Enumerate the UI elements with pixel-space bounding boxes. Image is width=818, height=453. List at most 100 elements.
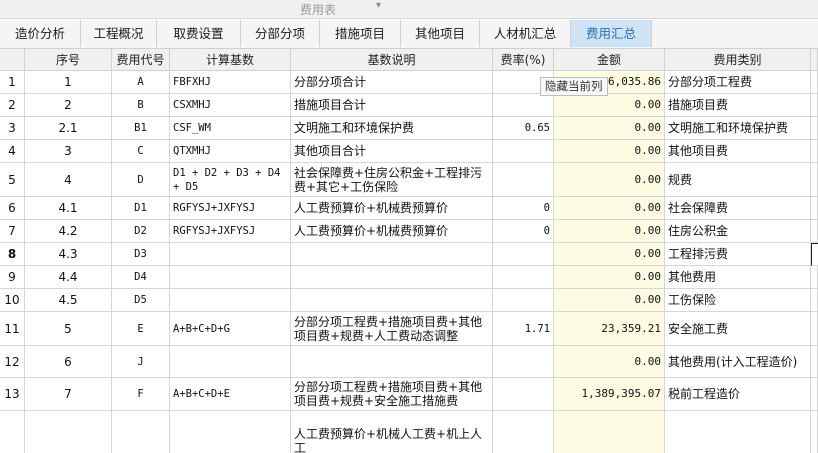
- row-number[interactable]: 6: [0, 197, 25, 220]
- cell-seq[interactable]: 2.1: [25, 117, 112, 140]
- cell-seq[interactable]: 1: [25, 71, 112, 94]
- cell-seq[interactable]: 6: [25, 346, 112, 378]
- cell-base[interactable]: [170, 243, 291, 266]
- cell-rate[interactable]: [493, 289, 554, 312]
- cell-amount[interactable]: [554, 411, 665, 453]
- cell-code[interactable]: J: [112, 346, 170, 378]
- cell-code[interactable]: D1: [112, 197, 170, 220]
- column-header-amount[interactable]: 金额: [554, 49, 665, 71]
- cell-rate[interactable]: 1.71: [493, 312, 554, 346]
- cell-rate[interactable]: [493, 163, 554, 197]
- row-number[interactable]: 5: [0, 163, 25, 197]
- cell-amount[interactable]: 0.00: [554, 289, 665, 312]
- cell-description[interactable]: 人工费预算价+机械费预算价: [291, 220, 493, 243]
- cell-base[interactable]: [170, 289, 291, 312]
- cell-seq[interactable]: 2: [25, 94, 112, 117]
- cell-category[interactable]: [665, 411, 811, 453]
- cell-rate[interactable]: [493, 378, 554, 411]
- row-number[interactable]: 13: [0, 378, 25, 411]
- cell-base[interactable]: A+B+C+D+G: [170, 312, 291, 346]
- cell-category[interactable]: 安全施工费: [665, 312, 811, 346]
- cell-amount[interactable]: 0.00: [554, 346, 665, 378]
- dropdown-arrow-icon[interactable]: ▾: [376, 0, 381, 11]
- row-number[interactable]: 1: [0, 71, 25, 94]
- column-header-category[interactable]: 费用类别: [665, 49, 811, 71]
- cell-description[interactable]: [291, 243, 493, 266]
- cell-seq[interactable]: 5: [25, 312, 112, 346]
- cell-description[interactable]: 分部分项合计: [291, 71, 493, 94]
- row-number[interactable]: 12: [0, 346, 25, 378]
- cell-amount[interactable]: 0.00: [554, 197, 665, 220]
- cell-description[interactable]: [291, 266, 493, 289]
- cell-amount[interactable]: 0.00: [554, 243, 665, 266]
- cell-code[interactable]: B1: [112, 117, 170, 140]
- tab-cost-analysis[interactable]: 造价分析: [0, 20, 81, 47]
- cell-rate[interactable]: 0: [493, 220, 554, 243]
- cell-category[interactable]: 其他项目费: [665, 140, 811, 163]
- tab-sub-items[interactable]: 分部分项: [241, 20, 320, 47]
- cell-category[interactable]: 工程排污费: [665, 243, 811, 266]
- cell-description[interactable]: 人工费预算价+机械费预算价: [291, 197, 493, 220]
- cell-amount[interactable]: 0.00: [554, 94, 665, 117]
- cell-code[interactable]: D5: [112, 289, 170, 312]
- cell-rate[interactable]: 0.65: [493, 117, 554, 140]
- cell-code[interactable]: E: [112, 312, 170, 346]
- cell-seq[interactable]: 3: [25, 140, 112, 163]
- row-number[interactable]: [0, 411, 25, 453]
- cell-seq[interactable]: 4.1: [25, 197, 112, 220]
- cell-description[interactable]: 人工费预算价+机械人工费+机上人工: [291, 411, 493, 453]
- cell-description[interactable]: 分部分项工程费+措施项目费+其他项目费+规费+安全施工措施费: [291, 378, 493, 411]
- cell-code[interactable]: F: [112, 378, 170, 411]
- cell-base[interactable]: [170, 346, 291, 378]
- cell-code[interactable]: D: [112, 163, 170, 197]
- tab-measures[interactable]: 措施项目: [320, 20, 401, 47]
- column-header-seq[interactable]: 序号: [25, 49, 112, 71]
- cell-rate[interactable]: [493, 411, 554, 453]
- cell-rate[interactable]: [493, 243, 554, 266]
- cell-rate[interactable]: [493, 94, 554, 117]
- cell-amount[interactable]: 0.00: [554, 220, 665, 243]
- cell-seq[interactable]: 4.4: [25, 266, 112, 289]
- cell-amount[interactable]: 23,359.21: [554, 312, 665, 346]
- row-number[interactable]: 10: [0, 289, 25, 312]
- cell-category[interactable]: 措施项目费: [665, 94, 811, 117]
- cell-amount[interactable]: 0.00: [554, 140, 665, 163]
- cell-description[interactable]: 其他项目合计: [291, 140, 493, 163]
- cell-seq[interactable]: [25, 411, 112, 453]
- cell-base[interactable]: RGFYSJ+JXFYSJ: [170, 220, 291, 243]
- cell-category[interactable]: 社会保障费: [665, 197, 811, 220]
- cell-base[interactable]: RGFYSJ+JXFYSJ: [170, 197, 291, 220]
- hide-column-tooltip[interactable]: 隐藏当前列: [540, 77, 608, 96]
- cell-rate[interactable]: [493, 140, 554, 163]
- cell-code[interactable]: C: [112, 140, 170, 163]
- cell-category[interactable]: 规费: [665, 163, 811, 197]
- cell-seq[interactable]: 4: [25, 163, 112, 197]
- cell-category[interactable]: 文明施工和环境保护费: [665, 117, 811, 140]
- cell-rate[interactable]: [493, 346, 554, 378]
- cell-base[interactable]: A+B+C+D+E: [170, 378, 291, 411]
- cell-base[interactable]: D1 + D2 + D3 + D4 + D5: [170, 163, 291, 197]
- cell-base[interactable]: [170, 411, 291, 453]
- tab-project-overview[interactable]: 工程概况: [81, 20, 157, 47]
- tab-other-items[interactable]: 其他项目: [401, 20, 480, 47]
- cell-category[interactable]: 其他费用(计入工程造价): [665, 346, 811, 378]
- cell-seq[interactable]: 4.2: [25, 220, 112, 243]
- cell-base[interactable]: FBFXHJ: [170, 71, 291, 94]
- cell-category[interactable]: 其他费用: [665, 266, 811, 289]
- cell-base[interactable]: CSXMHJ: [170, 94, 291, 117]
- cell-amount[interactable]: 1,389,395.07: [554, 378, 665, 411]
- cell-category[interactable]: 税前工程造价: [665, 378, 811, 411]
- cell-description[interactable]: 文明施工和环境保护费: [291, 117, 493, 140]
- column-header-base[interactable]: 计算基数: [170, 49, 291, 71]
- cell-amount[interactable]: 0.00: [554, 266, 665, 289]
- cell-seq[interactable]: 7: [25, 378, 112, 411]
- cell-base[interactable]: CSF_WM: [170, 117, 291, 140]
- cell-description[interactable]: [291, 289, 493, 312]
- cell-code[interactable]: D3: [112, 243, 170, 266]
- cell-amount[interactable]: 0.00: [554, 163, 665, 197]
- cell-category[interactable]: 住房公积金: [665, 220, 811, 243]
- column-header-description[interactable]: 基数说明: [291, 49, 493, 71]
- row-number[interactable]: 7: [0, 220, 25, 243]
- cell-amount[interactable]: 0.00: [554, 117, 665, 140]
- row-number[interactable]: 2: [0, 94, 25, 117]
